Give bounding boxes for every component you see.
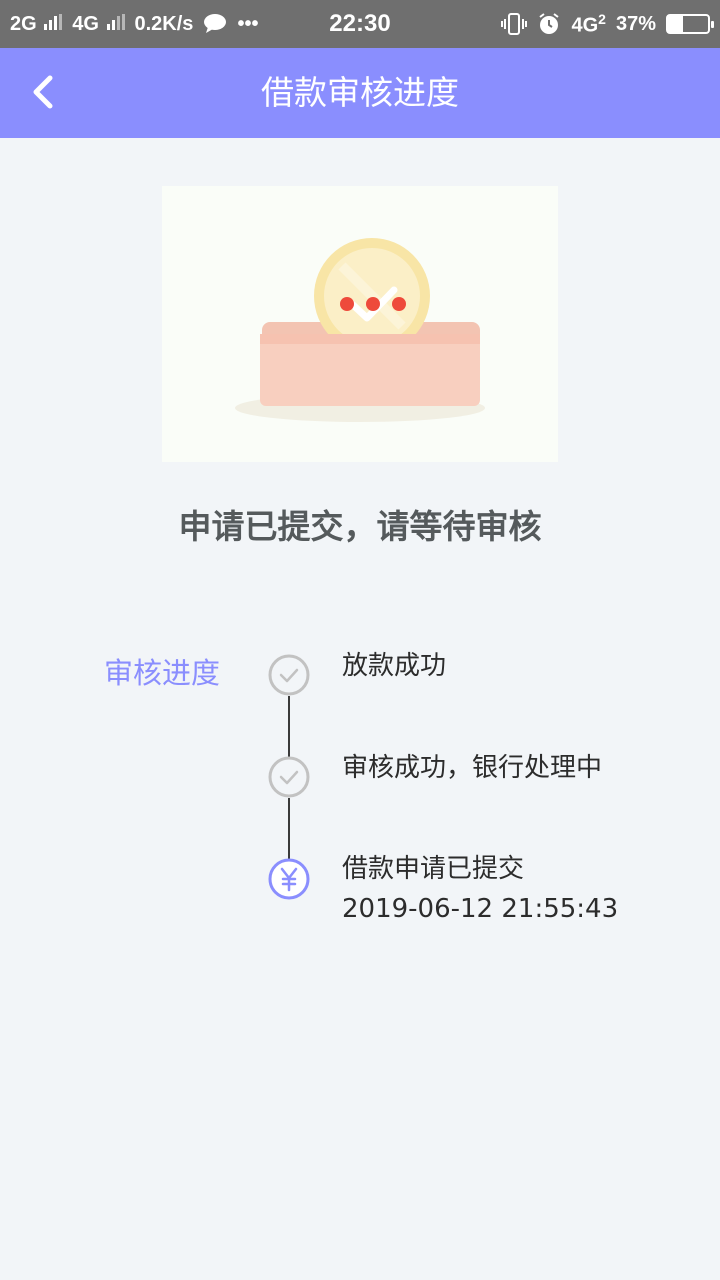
timeline-connector — [288, 798, 290, 860]
step-title-submitted: 借款申请已提交 — [342, 854, 525, 884]
chevron-left-icon — [33, 75, 53, 109]
check-icon — [268, 654, 310, 696]
network-speed: 0.2K/s — [134, 12, 194, 35]
status-bar: 2G 4G 0.2K/s ••• 22:30 4G2 37% — [0, 0, 720, 48]
battery-fill — [668, 16, 683, 32]
more-notifications: ••• — [237, 12, 259, 35]
vibrate-icon — [501, 13, 528, 35]
step-time-submitted: 2019-06-12 21:55:43 — [342, 894, 619, 924]
coin-box-image — [235, 238, 485, 422]
timeline-connector — [288, 696, 290, 758]
battery-percent: 37% — [615, 12, 656, 35]
sim1-signal: 2G — [10, 12, 63, 36]
status-right: 4G2 37% — [501, 0, 714, 48]
step-node-approved — [268, 756, 310, 798]
check-icon — [268, 756, 310, 798]
sim2-label: 4G — [72, 12, 99, 35]
battery-icon — [666, 14, 714, 34]
step-title-approved: 审核成功，银行处理中 — [342, 753, 603, 783]
step-node-submitted — [268, 858, 310, 900]
step-title-disbursed: 放款成功 — [342, 651, 447, 681]
chat-bubble-icon — [204, 14, 227, 33]
network-type-label: 4G — [571, 14, 599, 37]
page-title: 借款审核进度 — [261, 73, 459, 112]
pending-illustration — [162, 186, 558, 462]
yuan-icon — [268, 858, 310, 900]
status-message: 申请已提交，请等待审核 — [178, 507, 542, 546]
progress-label: 审核进度 — [104, 656, 221, 690]
step-node-disbursed — [268, 654, 310, 696]
signal-bars-icon — [106, 13, 125, 30]
network-type-sub: 2 — [598, 10, 606, 27]
sim2-signal: 4G — [72, 12, 125, 36]
sim1-label: 2G — [10, 12, 37, 35]
alarm-icon — [539, 13, 560, 34]
signal-bars-icon — [44, 13, 63, 30]
status-left: 2G 4G 0.2K/s ••• — [10, 0, 258, 48]
back-button[interactable] — [18, 66, 70, 118]
network-type: 4G2 — [571, 11, 605, 38]
app-header: 借款审核进度 — [0, 48, 720, 138]
